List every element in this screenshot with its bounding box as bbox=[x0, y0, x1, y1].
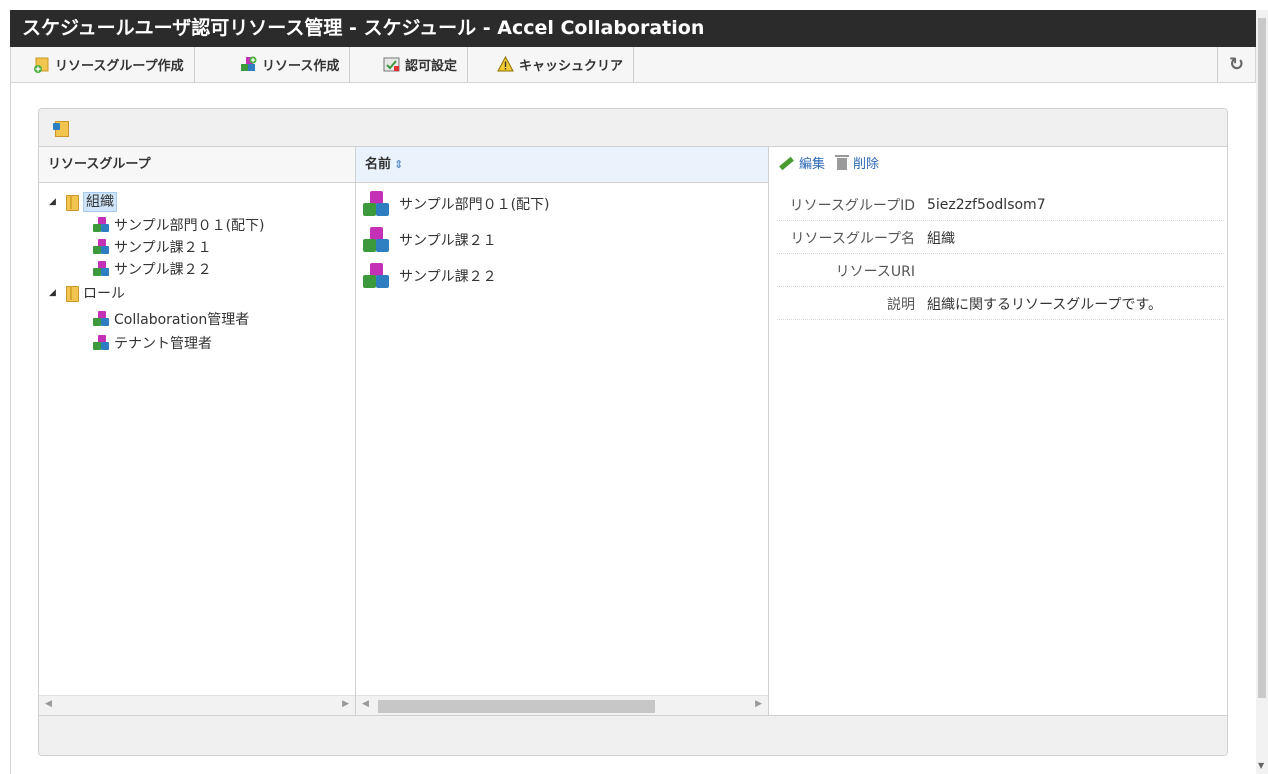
detail-row-group-name: リソースグループ名 組織 bbox=[777, 222, 1224, 254]
resource-management-panel: リソースグループ ◢ 組織 サンプル部門０１(配下) サンプル課２１ サンプル課… bbox=[38, 108, 1228, 756]
scroll-left-arrow-icon[interactable]: ◀ bbox=[45, 699, 52, 709]
detail-key: 説明 bbox=[887, 296, 915, 313]
tree-node-label: テナント管理者 bbox=[114, 336, 212, 352]
tree-node-label: サンプル課２１ bbox=[114, 240, 212, 256]
tree-node-sample-section-21[interactable]: サンプル課２１ bbox=[93, 236, 212, 258]
tree-node-label: 組織 bbox=[83, 192, 117, 212]
scroll-right-arrow-icon[interactable]: ▶ bbox=[342, 699, 349, 709]
tree-node-label: Collaboration管理者 bbox=[114, 312, 250, 328]
tree-node-collaboration-admin[interactable]: Collaboration管理者 bbox=[93, 308, 249, 330]
warning-icon bbox=[497, 55, 514, 73]
tree-node-sample-dept-01[interactable]: サンプル部門０１(配下) bbox=[93, 214, 265, 236]
expand-toggle-icon[interactable]: ◢ bbox=[49, 197, 61, 207]
resource-icon bbox=[363, 263, 391, 289]
tree-horizontal-scrollbar[interactable]: ◀ ▶ bbox=[39, 695, 355, 715]
name-column-header[interactable]: 名前 ⇕ bbox=[356, 147, 768, 183]
list-item-label: サンプル課２２ bbox=[399, 269, 497, 285]
scroll-left-arrow-icon[interactable]: ◀ bbox=[362, 699, 369, 709]
resource-group-tree-pane: リソースグループ ◢ 組織 サンプル部門０１(配下) サンプル課２１ サンプル課… bbox=[39, 147, 356, 715]
cache-clear-button[interactable]: キャッシュクリア bbox=[489, 47, 635, 82]
tree-node-tenant-admin[interactable]: テナント管理者 bbox=[93, 332, 212, 354]
delete-link[interactable]: 削除 bbox=[853, 153, 879, 172]
detail-value: 5iez2zf5odlsom7 bbox=[927, 196, 1046, 213]
resource-icon bbox=[363, 191, 391, 217]
detail-value: 組織に関するリソースグループです。 bbox=[927, 296, 1163, 313]
resource-group-column-header: リソースグループ bbox=[39, 147, 355, 183]
list-item[interactable]: サンプル部門０１(配下) bbox=[363, 189, 550, 219]
scroll-down-arrow-icon[interactable]: ▼ bbox=[1258, 761, 1264, 770]
detail-row-resource-uri: リソースURI bbox=[777, 255, 1224, 287]
auth-settings-button[interactable]: 認可設定 bbox=[375, 47, 469, 82]
tree-node-role[interactable]: ◢ ロール bbox=[49, 282, 125, 304]
sort-icon[interactable]: ⇕ bbox=[394, 158, 403, 171]
window-title: スケジュールユーザ認可リソース管理 - スケジュール - Accel Colla… bbox=[10, 10, 1256, 47]
pencil-icon[interactable] bbox=[777, 155, 795, 171]
refresh-button[interactable]: ↻ bbox=[1217, 47, 1255, 82]
panel-footer bbox=[39, 715, 1227, 755]
cache-clear-label: キャッシュクリア bbox=[519, 59, 624, 74]
toolbar: リソースグループ作成 リソース作成 認可設定 キャッシュクリア ↻ bbox=[10, 47, 1256, 83]
detail-row-group-id: リソースグループID 5iez2zf5odlsom7 bbox=[777, 189, 1224, 221]
resource-icon bbox=[93, 261, 111, 277]
page-left-border bbox=[10, 83, 11, 774]
panel-header bbox=[39, 109, 1227, 147]
page-vertical-scrollbar[interactable]: ▼ bbox=[1256, 10, 1268, 774]
create-resource-label: リソース作成 bbox=[262, 59, 340, 74]
resource-add-icon bbox=[240, 56, 257, 73]
folder-add-icon bbox=[33, 56, 50, 73]
tree-node-label: サンプル部門０１(配下) bbox=[114, 218, 265, 234]
trash-icon[interactable] bbox=[835, 155, 850, 170]
expand-toggle-icon[interactable]: ◢ bbox=[49, 288, 61, 298]
tree-node-label: サンプル課２２ bbox=[114, 262, 212, 278]
resource-icon bbox=[93, 311, 111, 327]
list-horizontal-scrollbar[interactable]: ◀ ▶ bbox=[356, 695, 768, 715]
folder-icon bbox=[65, 285, 79, 302]
scroll-right-arrow-icon[interactable]: ▶ bbox=[755, 699, 762, 709]
list-item-label: サンプル課２１ bbox=[399, 233, 497, 249]
page-scroll-thumb[interactable] bbox=[1258, 18, 1266, 698]
resource-icon bbox=[93, 335, 111, 351]
detail-key: リソースURI bbox=[835, 263, 915, 280]
list-item[interactable]: サンプル課２２ bbox=[363, 261, 497, 291]
detail-key: リソースグループID bbox=[789, 197, 915, 214]
resource-icon bbox=[363, 227, 391, 253]
resource-icon bbox=[93, 217, 111, 233]
detail-actions: 編集 削除 bbox=[777, 153, 879, 172]
tree-node-organization[interactable]: ◢ 組織 bbox=[49, 191, 117, 213]
list-item-label: サンプル部門０１(配下) bbox=[399, 197, 550, 213]
resource-list-pane: 名前 ⇕ サンプル部門０１(配下) サンプル課２１ サンプル課２２ ◀ ▶ bbox=[356, 147, 769, 715]
tree-node-label: ロール bbox=[83, 286, 125, 302]
name-column-label: 名前 bbox=[365, 157, 392, 172]
auth-settings-label: 認可設定 bbox=[405, 59, 458, 74]
list-scroll-thumb[interactable] bbox=[378, 700, 655, 713]
resource-icon bbox=[93, 239, 111, 255]
edit-link[interactable]: 編集 bbox=[799, 153, 825, 172]
resource-group-icon bbox=[53, 119, 69, 137]
detail-value: 組織 bbox=[927, 230, 955, 247]
folder-icon bbox=[65, 194, 79, 211]
detail-row-description: 説明 組織に関するリソースグループです。 bbox=[777, 288, 1224, 320]
auth-settings-icon bbox=[383, 56, 400, 73]
resource-detail-pane: 編集 削除 リソースグループID 5iez2zf5odlsom7 リソースグルー… bbox=[769, 147, 1227, 715]
refresh-icon: ↻ bbox=[1228, 54, 1245, 75]
create-resource-group-label: リソースグループ作成 bbox=[55, 59, 184, 74]
list-item[interactable]: サンプル課２１ bbox=[363, 225, 497, 255]
tree-node-sample-section-22[interactable]: サンプル課２２ bbox=[93, 258, 212, 280]
create-resource-button[interactable]: リソース作成 bbox=[232, 47, 351, 82]
detail-key: リソースグループ名 bbox=[790, 230, 915, 247]
create-resource-group-button[interactable]: リソースグループ作成 bbox=[25, 47, 195, 82]
